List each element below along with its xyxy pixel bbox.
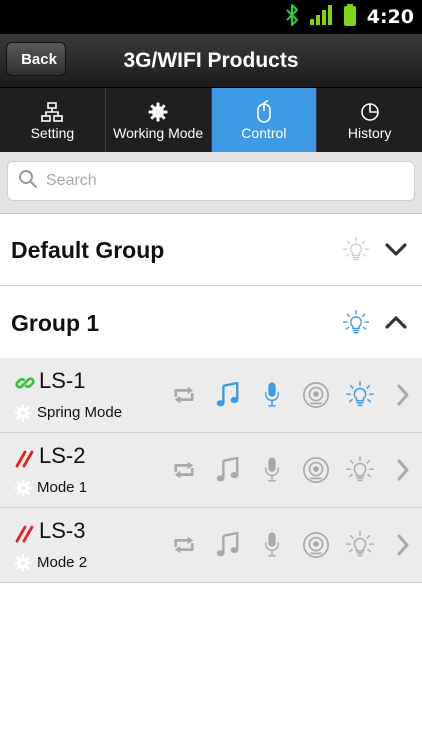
tab-bar: Setting Working Mode Control History (0, 88, 422, 161)
chevron-up-icon[interactable] (384, 313, 408, 338)
device-name: LS-2 (39, 443, 86, 468)
group-title: Default Group (11, 237, 165, 263)
search-icon (18, 169, 38, 194)
sitemap-icon (41, 99, 64, 125)
link-broken-icon (14, 447, 36, 474)
bluetooth-icon (285, 3, 299, 32)
tab-control[interactable]: Control (211, 88, 318, 161)
group-title: Group 1 (11, 310, 100, 336)
device-mode: Spring Mode (37, 404, 123, 421)
music-icon[interactable] (206, 528, 250, 562)
tab-label: Control (241, 125, 287, 141)
search-box (7, 161, 415, 201)
music-icon[interactable] (206, 378, 250, 412)
webcam-icon[interactable] (294, 453, 338, 487)
repeat-icon[interactable] (162, 453, 206, 487)
link-broken-icon (14, 522, 36, 549)
chevron-down-icon[interactable] (384, 240, 408, 265)
back-button[interactable]: Back (6, 42, 66, 76)
bulb-icon[interactable] (338, 453, 382, 487)
bulb-icon[interactable] (338, 528, 382, 562)
bulb-icon[interactable] (342, 236, 370, 269)
microphone-icon[interactable] (250, 528, 294, 562)
mouse-icon (255, 99, 273, 125)
tab-label: History (347, 125, 392, 141)
chevron-right-icon[interactable] (396, 384, 410, 411)
microphone-icon[interactable] (250, 453, 294, 487)
signal-icon (309, 4, 333, 31)
device-row-ls-2[interactable]: LS-2 Mode 1 (0, 433, 422, 508)
status-bar: 4:20 (0, 0, 422, 34)
nav-bar: 3G/WIFI Products Back (0, 34, 422, 88)
tab-label: Working Mode (113, 125, 204, 141)
search-input[interactable] (46, 172, 386, 190)
tab-label: Setting (30, 125, 75, 141)
microphone-icon[interactable] (250, 378, 294, 412)
gear-icon (14, 479, 32, 502)
tab-history[interactable]: History (317, 88, 422, 152)
repeat-icon[interactable] (162, 378, 206, 412)
gear-icon (14, 554, 32, 577)
clock: 4:20 (366, 6, 414, 28)
bulb-icon[interactable] (342, 309, 370, 342)
chevron-right-icon[interactable] (396, 534, 410, 561)
pie-chart-icon (360, 99, 380, 125)
tab-setting[interactable]: Setting (0, 88, 106, 152)
device-mode: Mode 1 (37, 479, 88, 496)
device-name: LS-3 (39, 518, 86, 543)
group-row-default[interactable]: Default Group (0, 214, 422, 286)
bulb-icon[interactable] (338, 378, 382, 412)
device-row-ls-1[interactable]: LS-1 Spring Mode (0, 358, 422, 433)
repeat-icon[interactable] (162, 528, 206, 562)
chevron-right-icon[interactable] (396, 459, 410, 486)
gear-icon (148, 99, 168, 125)
battery-icon (343, 3, 357, 32)
webcam-icon[interactable] (294, 378, 338, 412)
link-connected-icon (14, 372, 36, 399)
music-icon[interactable] (206, 453, 250, 487)
tab-working-mode[interactable]: Working Mode (106, 88, 212, 152)
device-mode: Mode 2 (37, 554, 88, 571)
search-bar (0, 152, 422, 214)
device-name: LS-1 (39, 368, 86, 393)
webcam-icon[interactable] (294, 528, 338, 562)
group-row-group-1[interactable]: Group 1 (0, 287, 422, 359)
gear-icon (14, 404, 32, 427)
device-row-ls-3[interactable]: LS-3 Mode 2 (0, 508, 422, 583)
